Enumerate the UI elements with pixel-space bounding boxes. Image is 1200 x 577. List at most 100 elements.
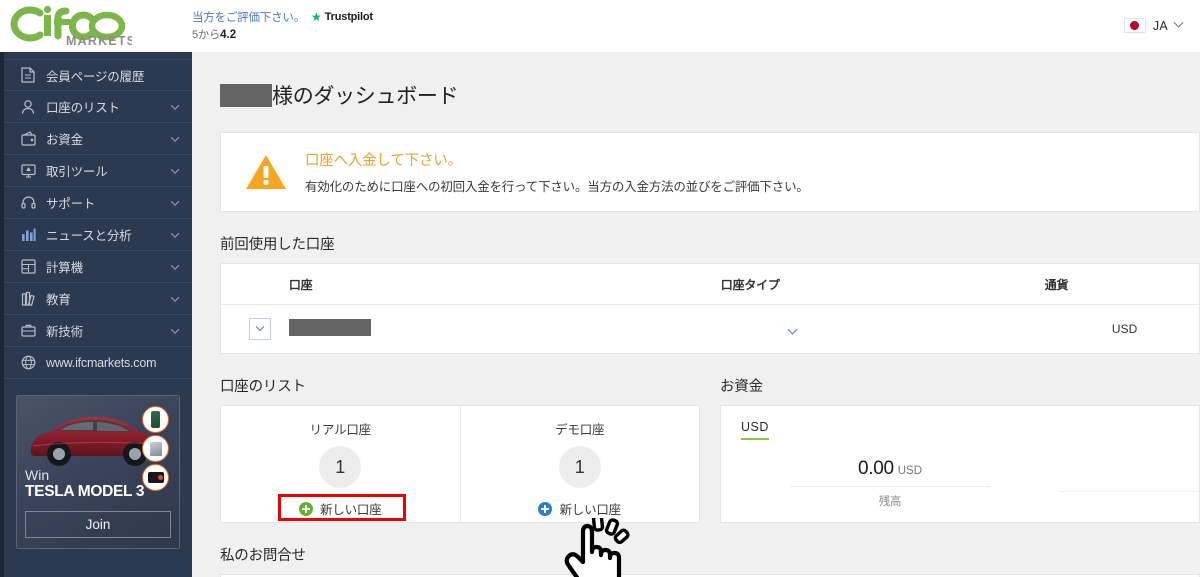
language-selector[interactable]: JA xyxy=(1123,17,1200,33)
secondary-stat-divider xyxy=(1059,491,1199,492)
sidebar-item-label: www.ifcmarkets.com xyxy=(46,355,157,370)
chevron-down-icon xyxy=(170,132,180,142)
bar-chart-icon xyxy=(20,227,36,243)
sidebar-item-support[interactable]: サポート xyxy=(4,187,192,219)
svg-text:MARKETS: MARKETS xyxy=(66,34,132,47)
tablet-icon xyxy=(142,435,169,462)
new-real-account-label: 新しい口座 xyxy=(319,503,382,517)
currency-tab-usd[interactable]: USD xyxy=(741,420,769,440)
chevron-down-icon xyxy=(170,292,180,302)
sidebar-item-new-tech[interactable]: 新技術 xyxy=(4,315,192,347)
promo-device-badges xyxy=(142,406,169,491)
row-expand-cell xyxy=(221,305,289,354)
demo-account-panel: デモ口座 1 新しい口座 xyxy=(459,406,700,522)
trustpilot-brand: ★ Trustpilot xyxy=(311,11,373,23)
alert-text: 有効化のために口座への初回入金を行って下さい。当方の入金方法の並びをご評価下さい… xyxy=(305,180,809,194)
user-icon xyxy=(20,99,36,115)
real-account-count: 1 xyxy=(319,446,362,488)
row-account-type-cell[interactable] xyxy=(721,305,1045,354)
sidebar-item-label: 新技術 xyxy=(46,325,83,339)
app-root: MARKETS 当方をご評価下さい。 ★ Trustpilot 5から4.2 J… xyxy=(0,0,1200,577)
balance-unit: USD xyxy=(897,465,923,477)
warning-triangle-icon xyxy=(245,153,287,191)
trustpilot-link[interactable]: 当方をご評価下さい。 xyxy=(192,9,305,25)
table-row: USD xyxy=(221,305,1199,354)
table-header-currency: 通貨 xyxy=(1044,264,1138,305)
star-icon: ★ xyxy=(311,10,322,24)
sidebar-item-education[interactable]: 教育 xyxy=(4,283,192,315)
monitor-icon xyxy=(20,163,36,179)
chevron-down-icon[interactable] xyxy=(787,324,798,335)
sidebar-item-account-list[interactable]: 口座のリスト xyxy=(4,91,192,123)
tesla-car-icon xyxy=(25,404,171,491)
document-icon xyxy=(20,67,36,83)
sidebar-item-funds[interactable]: お資金 xyxy=(4,123,192,155)
last-account-table-card: 口座 口座タイプ 通貨 USD xyxy=(220,263,1200,354)
row-account-cell xyxy=(288,305,721,354)
page-title-suffix: 様のダッシュボード xyxy=(272,85,459,108)
calculator-icon xyxy=(20,259,36,275)
sidebar-item-calculator[interactable]: 計算機 xyxy=(4,251,192,283)
alert-title: 口座へ入金して下さい。 xyxy=(305,153,462,169)
promo-banner[interactable]: Win TESLA MODEL 3 Join xyxy=(16,395,180,549)
sidebar-item-label: 取引ツール xyxy=(46,165,108,179)
table-header-account-type: 口座タイプ xyxy=(720,264,1045,305)
row-expand-button[interactable] xyxy=(249,318,271,340)
sidebar-item-label: サポート xyxy=(46,197,96,211)
real-account-panel: リアル口座 1 新しい口座 xyxy=(221,406,460,522)
balance-value-row: 0.00 USD xyxy=(858,458,922,480)
row-currency-cell: USD xyxy=(1111,322,1138,336)
chevron-down-icon xyxy=(170,100,180,110)
redacted-username xyxy=(220,83,272,107)
table-header-expand xyxy=(221,264,289,305)
plus-circle-icon xyxy=(298,501,313,516)
new-demo-account-button[interactable]: 新しい口座 xyxy=(538,499,621,518)
currency-tabs: USD xyxy=(721,418,1199,440)
accounts-card: リアル口座 1 新しい口座 デモ口座 1 新しい口座 xyxy=(220,405,700,523)
last-account-section-title: 前回使用した口座 xyxy=(220,237,335,253)
new-real-account-button[interactable]: 新しい口座 xyxy=(298,499,382,518)
chevron-down-icon xyxy=(170,260,180,270)
main-content: 様のダッシュボード 口座へ入金して下さい。 有効化のために口座への初回入金を行っ… xyxy=(192,52,1200,577)
brand-logo[interactable]: MARKETS xyxy=(0,5,192,47)
chevron-down-icon xyxy=(170,164,180,174)
table-header-row: 口座 口座タイプ 通貨 xyxy=(221,264,1199,305)
redacted-account-number xyxy=(288,319,371,336)
balance-divider xyxy=(790,486,990,487)
real-account-label: リアル口座 xyxy=(309,423,372,437)
funds-column: お資金 USD 0.00 USD 残高 xyxy=(720,354,1200,523)
language-code: JA xyxy=(1152,18,1168,33)
chevron-down-icon xyxy=(255,322,265,332)
phone-icon xyxy=(142,406,169,433)
sidebar-item-website[interactable]: www.ifcmarkets.com xyxy=(4,347,192,379)
funds-card: USD 0.00 USD 残高 xyxy=(720,405,1200,523)
table-header-account: 口座 xyxy=(288,264,721,305)
sidebar-item-news-analysis[interactable]: ニュースと分析 xyxy=(4,219,192,251)
sidebar-item-history[interactable]: 会員ページの履歴 xyxy=(4,59,192,91)
funds-section-title: お資金 xyxy=(720,379,763,395)
chevron-down-icon xyxy=(170,196,180,206)
chevron-down-icon xyxy=(170,228,180,238)
balance-stat: 0.00 USD 残高 xyxy=(721,458,1059,522)
japan-flag-icon xyxy=(1123,18,1146,33)
globe-icon xyxy=(20,355,36,371)
dashboard-columns: 口座のリスト リアル口座 1 新しい口座 デモ口座 1 新しい口座 お資金 US… xyxy=(220,354,1200,523)
secondary-stat-clipped xyxy=(1059,458,1199,522)
sidebar-item-trading-tools[interactable]: 取引ツール xyxy=(4,155,192,187)
ifc-markets-logo-icon: MARKETS xyxy=(10,5,132,47)
deposit-alert: 口座へ入金して下さい。 有効化のために口座への初回入金を行って下さい。当方の入金… xyxy=(220,132,1200,212)
promo-join-button[interactable]: Join xyxy=(25,510,171,538)
sidebar-item-label: お資金 xyxy=(46,133,83,147)
trustpilot-block[interactable]: 当方をご評価下さい。 ★ Trustpilot 5から4.2 xyxy=(192,9,373,42)
trustpilot-rating: 5から4.2 xyxy=(192,26,373,42)
trustpilot-name: Trustpilot xyxy=(324,11,373,23)
demo-account-count: 1 xyxy=(558,446,601,488)
balance-label: 残高 xyxy=(878,496,902,508)
body-area: 会員ページの履歴 口座のリスト お資金 取引ツール サポート ニュースと分析 計… xyxy=(0,52,1200,577)
page-title: 様のダッシュボード xyxy=(220,80,1200,110)
chevron-down-icon xyxy=(170,324,180,334)
funds-stats: 0.00 USD 残高 xyxy=(721,458,1199,522)
sidebar-item-label: ニュースと分析 xyxy=(46,229,132,243)
top-bar: MARKETS 当方をご評価下さい。 ★ Trustpilot 5から4.2 J… xyxy=(0,0,1200,52)
sidebar-item-label: 教育 xyxy=(46,293,71,307)
